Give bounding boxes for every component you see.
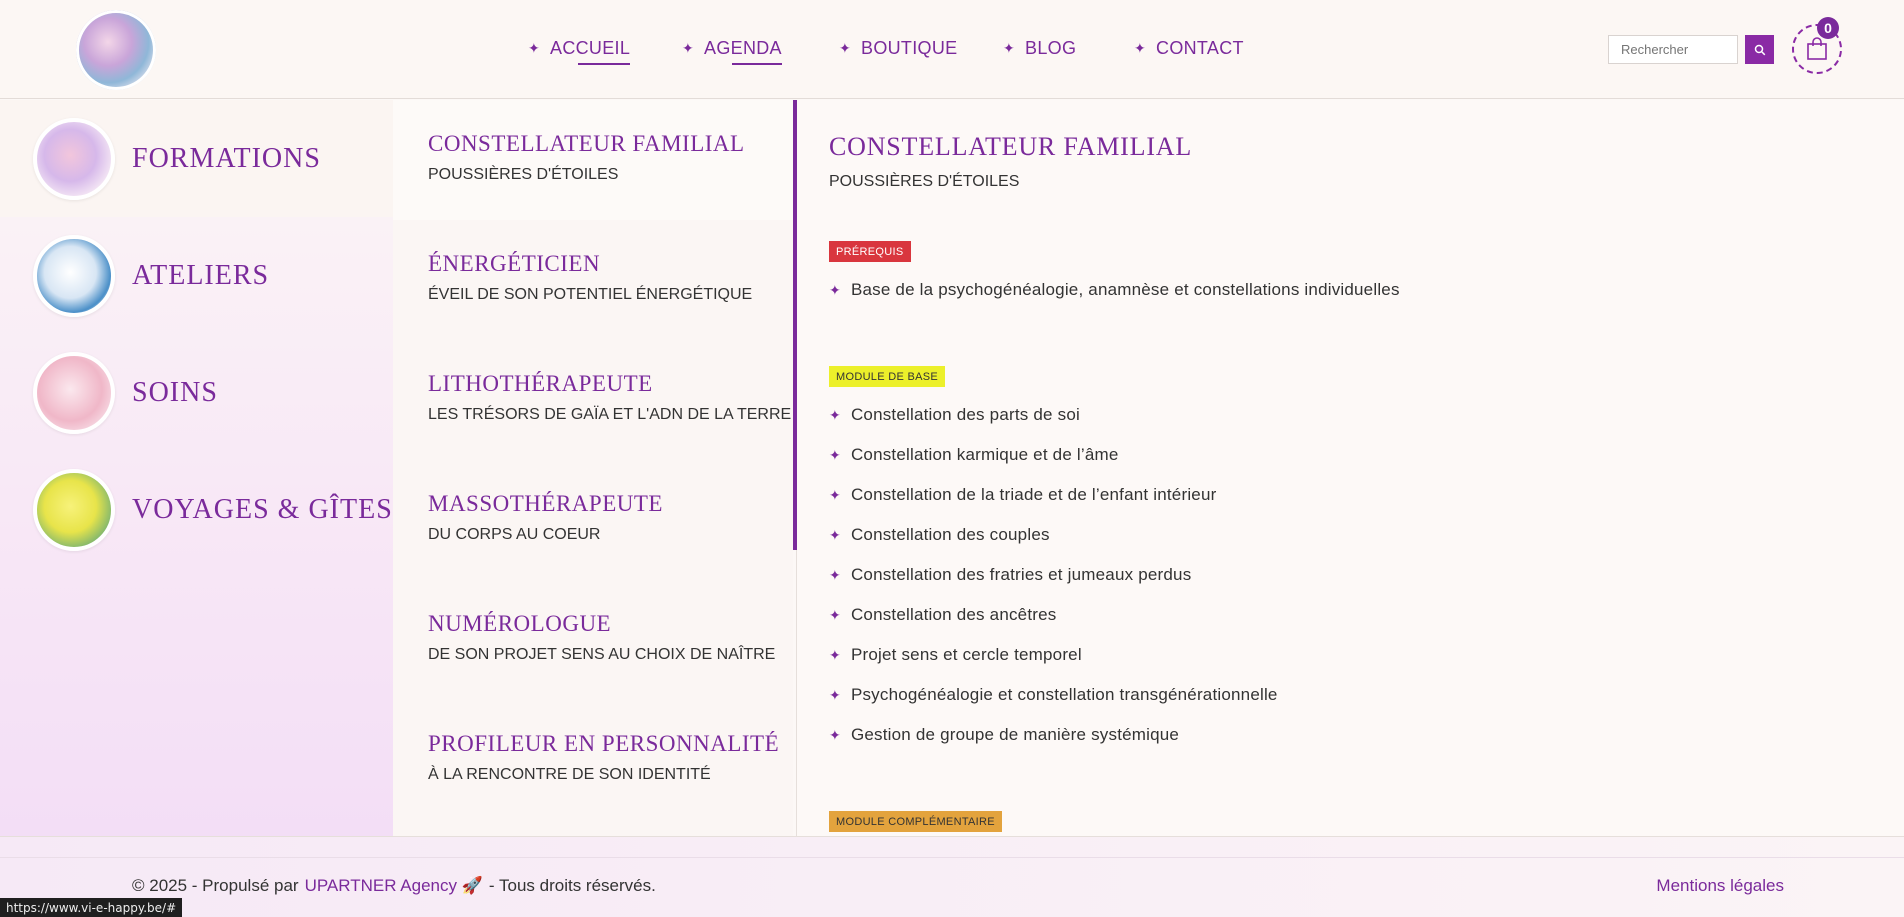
- nav-label: ACCUEIL: [550, 38, 631, 65]
- cart-count-badge: 0: [1817, 17, 1839, 39]
- status-bar-url: https://www.vi-e-happy.be/#: [0, 898, 183, 917]
- star-icon: ✦: [829, 606, 841, 623]
- star-icon: ✦: [829, 281, 841, 298]
- star-icon: ✦: [829, 646, 841, 663]
- star-icon: ✦: [829, 566, 841, 583]
- star-icon: ✦: [829, 486, 841, 503]
- formation-subtitle: DE SON PROJET SENS AU CHOIX DE NAÎTRE: [428, 646, 776, 663]
- category-soins[interactable]: SOINS: [0, 334, 393, 451]
- shopping-bag-icon: [1807, 37, 1827, 60]
- list-item: ✦ Psychogénéalogie et constellation tran…: [829, 685, 1278, 705]
- nav-label: AGENDA: [704, 38, 782, 65]
- list-item-text: Constellation de la triade et de l’enfan…: [850, 485, 1217, 504]
- nav-boutique[interactable]: ✦ BOUTIQUE: [839, 38, 957, 59]
- copyright-text: © 2025 - Propulsé par: [132, 876, 299, 895]
- nav-label: BLOG: [1025, 38, 1077, 58]
- nav-label: CONTACT: [1156, 38, 1244, 58]
- formation-title: PROFILEUR EN PERSONNALITÉ: [428, 731, 780, 756]
- footer-copyright: © 2025 - Propulsé par UPARTNER Agency 🚀 …: [132, 876, 656, 896]
- soins-image: [33, 351, 115, 434]
- rocket-icon: 🚀: [461, 876, 483, 895]
- nav-accueil[interactable]: ✦ ACCUEIL: [528, 38, 631, 65]
- formation-lithotherapeute[interactable]: LITHOTHÉRAPEUTE LES TRÉSORS DE GAÏA ET L…: [393, 340, 793, 460]
- star-icon: ✦: [829, 406, 841, 423]
- list-item-text: Gestion de groupe de manière systémique: [850, 725, 1180, 744]
- star-icon: ✦: [1134, 40, 1147, 56]
- detail-title: CONSTELLATEUR FAMILIAL: [829, 132, 1193, 161]
- list-item-text: Base de la psychogénéalogie, anamnèse et…: [850, 280, 1400, 299]
- list-item: ✦ Constellation des parts de soi: [829, 405, 1080, 425]
- category-label: VOYAGES & GÎTES: [132, 493, 393, 525]
- star-icon: ✦: [682, 40, 695, 56]
- formations-column: CONSTELLATEUR FAMILIAL POUSSIÈRES D'ÉTOI…: [393, 100, 793, 836]
- formation-subtitle: À LA RENCONTRE DE SON IDENTITÉ: [428, 766, 711, 783]
- rights-text: - Tous droits réservés.: [488, 876, 656, 895]
- formation-energeticien[interactable]: ÉNERGÉTICIEN ÉVEIL DE SON POTENTIEL ÉNER…: [393, 220, 793, 340]
- category-label: ATELIERS: [132, 259, 270, 291]
- ateliers-image: [33, 234, 115, 317]
- list-item-text: Constellation des fratries et jumeaux pe…: [850, 565, 1192, 584]
- agency-link[interactable]: UPARTNER Agency 🚀: [305, 876, 483, 896]
- list-item-text: Constellation karmique et de l’âme: [850, 445, 1119, 464]
- star-icon: ✦: [829, 726, 841, 743]
- formation-subtitle: LES TRÉSORS DE GAÏA ET L'ADN DE LA TERRE: [428, 406, 792, 423]
- nav-agenda[interactable]: ✦ AGENDA: [682, 38, 782, 65]
- star-icon: ✦: [1003, 40, 1016, 56]
- list-item-text: Constellation des parts de soi: [850, 405, 1080, 424]
- formation-title: NUMÉROLOGUE: [428, 611, 612, 636]
- list-item: ✦ Constellation des fratries et jumeaux …: [829, 565, 1191, 585]
- formation-constellateur[interactable]: CONSTELLATEUR FAMILIAL POUSSIÈRES D'ÉTOI…: [393, 100, 793, 220]
- search-icon: [1754, 44, 1765, 55]
- nav-contact[interactable]: ✦ CONTACT: [1134, 38, 1244, 59]
- footer-divider: [0, 857, 1904, 858]
- list-item: ✦ Base de la psychogénéalogie, anamnèse …: [829, 280, 1400, 300]
- list-item: ✦ Gestion de groupe de manière systémiqu…: [829, 725, 1179, 745]
- formation-title: MASSOTHÉRAPEUTE: [428, 491, 663, 516]
- category-label: SOINS: [132, 376, 218, 408]
- category-ateliers[interactable]: ATELIERS: [0, 217, 393, 334]
- formation-detail: CONSTELLATEUR FAMILIAL POUSSIÈRES D'ÉTOI…: [797, 100, 1904, 836]
- list-item-text: Constellation des couples: [850, 525, 1050, 544]
- site-header: ✦ ACCUEIL ✦ AGENDA ✦ BOUTIQUE ✦ BLOG ✦ C…: [0, 0, 1904, 99]
- category-label: FORMATIONS: [132, 142, 321, 174]
- list-item: ✦ Constellation des ancêtres: [829, 605, 1056, 625]
- formation-subtitle: ÉVEIL DE SON POTENTIEL ÉNERGÉTIQUE: [428, 286, 753, 303]
- star-icon: ✦: [829, 526, 841, 543]
- category-formations[interactable]: FORMATIONS: [0, 100, 393, 217]
- star-icon: ✦: [829, 686, 841, 703]
- nav-blog[interactable]: ✦ BLOG: [1003, 38, 1076, 59]
- list-item: ✦ Constellation des couples: [829, 525, 1050, 545]
- site-footer: © 2025 - Propulsé par UPARTNER Agency 🚀 …: [0, 836, 1904, 917]
- nav-label: BOUTIQUE: [861, 38, 958, 58]
- mentions-legales-link[interactable]: Mentions légales: [1656, 876, 1784, 896]
- formation-profileur[interactable]: PROFILEUR EN PERSONNALITÉ À LA RENCONTRE…: [393, 700, 793, 820]
- list-item: ✦ Constellation de la triade et de l’enf…: [829, 485, 1216, 505]
- list-item-text: Constellation des ancêtres: [850, 605, 1057, 624]
- formation-massotherapeute[interactable]: MASSOTHÉRAPEUTE DU CORPS AU COEUR: [393, 460, 793, 580]
- agency-name: UPARTNER Agency: [304, 876, 458, 895]
- search-input[interactable]: [1608, 35, 1738, 64]
- list-item-text: Projet sens et cercle temporel: [850, 645, 1082, 664]
- star-icon: ✦: [528, 40, 541, 56]
- formation-title: CONSTELLATEUR FAMILIAL: [428, 131, 745, 156]
- list-item: ✦ Projet sens et cercle temporel: [829, 645, 1082, 665]
- formations-image: [33, 117, 115, 200]
- formation-subtitle: POUSSIÈRES D'ÉTOILES: [428, 166, 619, 183]
- prerequis-badge: PRÉREQUIS: [829, 241, 911, 262]
- formation-title: ÉNERGÉTICIEN: [428, 251, 601, 276]
- detail-subtitle: POUSSIÈRES D'ÉTOILES: [829, 173, 1020, 190]
- category-column: FORMATIONS ATELIERS SOINS VOYAGES & GÎTE…: [0, 100, 393, 836]
- voyages-image: [33, 468, 115, 551]
- list-item: ✦ Constellation karmique et de l’âme: [829, 445, 1119, 465]
- module-complementaire-badge: MODULE COMPLÉMENTAIRE: [829, 811, 1002, 832]
- module-base-badge: MODULE DE BASE: [829, 366, 946, 387]
- formation-subtitle: DU CORPS AU COEUR: [428, 526, 601, 543]
- star-icon: ✦: [839, 40, 852, 56]
- star-icon: ✦: [829, 446, 841, 463]
- search-button[interactable]: [1745, 35, 1774, 64]
- list-item-text: Psychogénéalogie et constellation transg…: [850, 685, 1278, 704]
- formation-numerologue[interactable]: NUMÉROLOGUE DE SON PROJET SENS AU CHOIX …: [393, 580, 793, 700]
- category-voyages[interactable]: VOYAGES & GÎTES: [0, 451, 393, 568]
- formation-title: LITHOTHÉRAPEUTE: [428, 371, 653, 396]
